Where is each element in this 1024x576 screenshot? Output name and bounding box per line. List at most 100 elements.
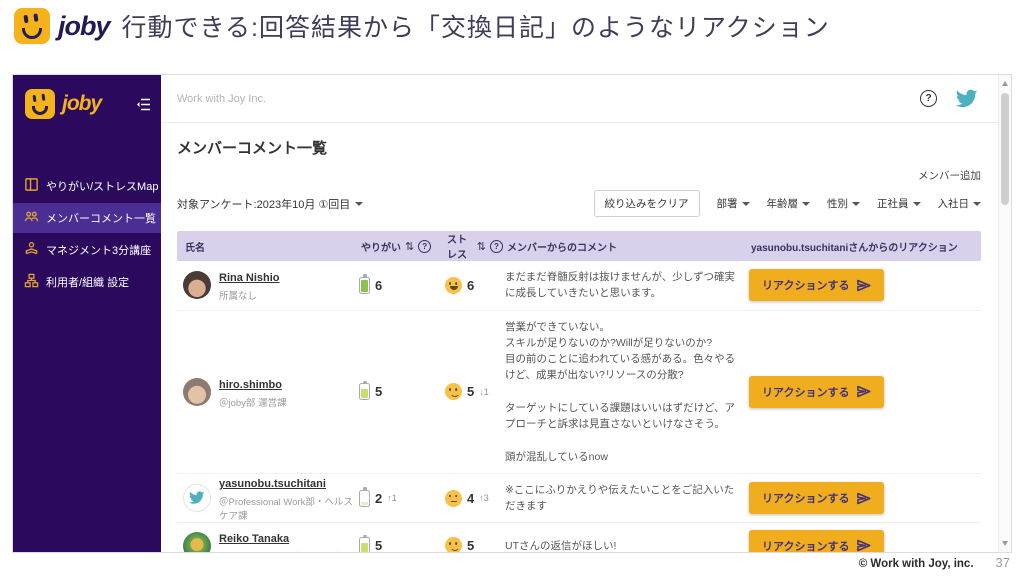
sidebar-item-member-comments[interactable]: メンバーコメント一覧 bbox=[13, 203, 161, 233]
reaction-button[interactable]: リアクションする bbox=[749, 269, 884, 301]
page-body: メンバーコメント一覧 メンバー追加 対象アンケート:2023年10月 ①回目 絞… bbox=[161, 123, 1011, 553]
member-cell: Rina Nishio 所属なし bbox=[177, 268, 359, 302]
slide: joby 行動できる:回答結果から「交換日記」のようなリアクション joby や… bbox=[0, 0, 1024, 576]
filter-employment[interactable]: 正社員 bbox=[877, 196, 921, 211]
member-comment: 営業ができていない。 スキルが足りないのか?Willが足りないのか? 目の前のこ… bbox=[505, 311, 749, 473]
clear-filter-button[interactable]: 絞り込みをクリア bbox=[594, 190, 700, 217]
member-cell: Reiko Tanaka Professional Work部・RPO課 bbox=[177, 529, 359, 553]
reaction-cell: リアクションする bbox=[749, 482, 981, 514]
company-name: Work with Joy Inc. bbox=[177, 93, 920, 105]
member-cell: hiro.shimbo ＠joby部 運営課 bbox=[177, 375, 359, 409]
col-comment: メンバーからのコメント bbox=[505, 239, 749, 254]
map-icon bbox=[24, 177, 39, 195]
reaction-button[interactable]: リアクションする bbox=[749, 376, 884, 408]
filter-group: 絞り込みをクリア 部署 年齢層 性別 正社員 入社日 bbox=[594, 190, 982, 217]
sort-icon[interactable]: ⇅ bbox=[405, 240, 414, 253]
scrollbar-thumb[interactable] bbox=[1001, 93, 1009, 205]
scroll-up-icon[interactable] bbox=[1002, 81, 1008, 86]
sidebar-item-label: やりがい/ストレスMap bbox=[46, 178, 158, 194]
page-title: メンバーコメント一覧 bbox=[177, 137, 981, 158]
collapse-sidebar-icon[interactable] bbox=[136, 98, 151, 111]
member-name-link[interactable]: Rina Nishio bbox=[219, 272, 280, 284]
sidebar-nav: やりがい/ストレスMap メンバーコメント一覧 マネジメント3分講座 利用者/組… bbox=[13, 171, 161, 297]
reaction-cell: リアクションする bbox=[749, 269, 981, 301]
member-dept: ＠joby部 運営課 bbox=[219, 395, 287, 409]
scrollbar[interactable] bbox=[998, 75, 1011, 552]
sidebar: joby やりがい/ストレスMap メンバーコメント一覧 マネジメント3分講座 bbox=[13, 75, 161, 552]
slide-title: 行動できる:回答結果から「交換日記」のようなリアクション bbox=[122, 8, 830, 44]
emoji-face-icon bbox=[445, 537, 462, 553]
reaction-button[interactable]: リアクションする bbox=[749, 530, 884, 553]
table-header: 氏名 やりがい ⇅ ? ストレス ⇅ ? メンバーからのコメント yasunob… bbox=[177, 231, 981, 261]
col-reaction: yasunobu.tsuchitaniさんからのリアクション bbox=[749, 239, 981, 254]
survey-select[interactable]: 対象アンケート:2023年10月 ①回目 bbox=[177, 196, 363, 212]
chevron-down-icon bbox=[355, 202, 363, 206]
member-dept: ＠Professional Work部・ヘルスケア課 bbox=[219, 494, 359, 522]
sidebar-item-label: マネジメント3分講座 bbox=[46, 242, 151, 258]
chevron-down-icon bbox=[802, 202, 810, 206]
avatar bbox=[183, 271, 211, 299]
sidebar-logo: joby bbox=[13, 75, 161, 119]
emoji-face-icon bbox=[445, 277, 462, 294]
filter-gender[interactable]: 性別 bbox=[827, 196, 860, 211]
member-comment: ※ここにふりかえりや伝えたいことをご記入いただきます bbox=[505, 474, 749, 523]
sidebar-item-management-course[interactable]: マネジメント3分講座 bbox=[13, 235, 161, 265]
copyright: © Work with Joy, inc. bbox=[859, 558, 974, 570]
sort-icon[interactable]: ⇅ bbox=[477, 240, 486, 253]
battery-icon bbox=[359, 537, 370, 553]
reaction-button[interactable]: リアクションする bbox=[749, 482, 884, 514]
table-row: Reiko Tanaka Professional Work部・RPO課 5 5… bbox=[177, 523, 981, 553]
joby-wordmark: joby bbox=[58, 11, 110, 42]
add-member-button[interactable]: メンバー追加 bbox=[918, 170, 981, 182]
sidebar-item-org-settings[interactable]: 利用者/組織 設定 bbox=[13, 267, 161, 297]
member-dept: Professional Work部・RPO課 bbox=[219, 549, 345, 553]
table-row: yasunobu.tsuchitani ＠Professional Work部・… bbox=[177, 474, 981, 524]
emoji-face-icon bbox=[445, 490, 462, 507]
yarigai-score: 6 bbox=[359, 277, 445, 294]
emoji-face-icon bbox=[445, 383, 462, 400]
reaction-cell: リアクションする bbox=[749, 530, 981, 553]
help-icon[interactable]: ? bbox=[490, 240, 503, 253]
chevron-down-icon bbox=[913, 202, 921, 206]
sidebar-item-label: 利用者/組織 設定 bbox=[46, 274, 129, 290]
add-member-row: メンバー追加 bbox=[177, 166, 981, 184]
battery-icon bbox=[359, 490, 370, 507]
member-dept: 所属なし bbox=[219, 288, 280, 302]
sidebar-item-map[interactable]: やりがい/ストレスMap bbox=[13, 171, 161, 201]
chevron-down-icon bbox=[852, 202, 860, 206]
filter-age-group[interactable]: 年齢層 bbox=[767, 196, 811, 211]
member-name-link[interactable]: Reiko Tanaka bbox=[219, 533, 289, 545]
member-comment: UTさんの返信がほしい! bbox=[505, 530, 749, 553]
send-icon bbox=[856, 278, 871, 293]
help-icon[interactable]: ? bbox=[920, 90, 937, 107]
avatar bbox=[183, 532, 211, 553]
lecture-icon bbox=[24, 241, 39, 259]
member-name-link[interactable]: yasunobu.tsuchitani bbox=[219, 478, 326, 490]
send-icon bbox=[856, 491, 871, 506]
sidebar-wordmark: joby bbox=[62, 92, 129, 116]
joby-logo-icon bbox=[14, 8, 50, 44]
reaction-cell: リアクションする bbox=[749, 376, 981, 408]
filter-department[interactable]: 部署 bbox=[717, 196, 750, 211]
filter-row: 対象アンケート:2023年10月 ①回目 絞り込みをクリア 部署 年齢層 性別 … bbox=[177, 190, 981, 217]
member-comment: まだまだ脊髄反射は抜けませんが、少しずつ確実に成長していきたいと思います。 bbox=[505, 261, 749, 310]
scroll-down-icon[interactable] bbox=[1002, 541, 1008, 546]
topbar: Work with Joy Inc. ? bbox=[161, 75, 1011, 123]
sidebar-item-label: メンバーコメント一覧 bbox=[46, 210, 156, 226]
col-stress: ストレス ⇅ ? bbox=[445, 231, 505, 261]
battery-icon bbox=[359, 277, 370, 294]
app-window: joby やりがい/ストレスMap メンバーコメント一覧 マネジメント3分講座 bbox=[12, 74, 1012, 553]
battery-icon bbox=[359, 383, 370, 400]
chevron-down-icon bbox=[742, 202, 750, 206]
user-avatar-bird-icon[interactable] bbox=[953, 85, 981, 113]
stress-score: 5 ↓1 bbox=[445, 383, 505, 400]
member-name-link[interactable]: hiro.shimbo bbox=[219, 379, 282, 391]
col-name: 氏名 bbox=[177, 239, 359, 254]
table-row: Rina Nishio 所属なし 6 6 まだまだ脊髄反射は抜けませんが、少しず… bbox=[177, 261, 981, 311]
col-yarigai: やりがい ⇅ ? bbox=[359, 239, 445, 254]
yarigai-score: 5 bbox=[359, 537, 445, 553]
stress-score: 6 bbox=[445, 277, 505, 294]
help-icon[interactable]: ? bbox=[418, 240, 431, 253]
slide-footer: © Work with Joy, inc. 37 bbox=[859, 555, 1010, 570]
filter-join-date[interactable]: 入社日 bbox=[938, 196, 982, 211]
